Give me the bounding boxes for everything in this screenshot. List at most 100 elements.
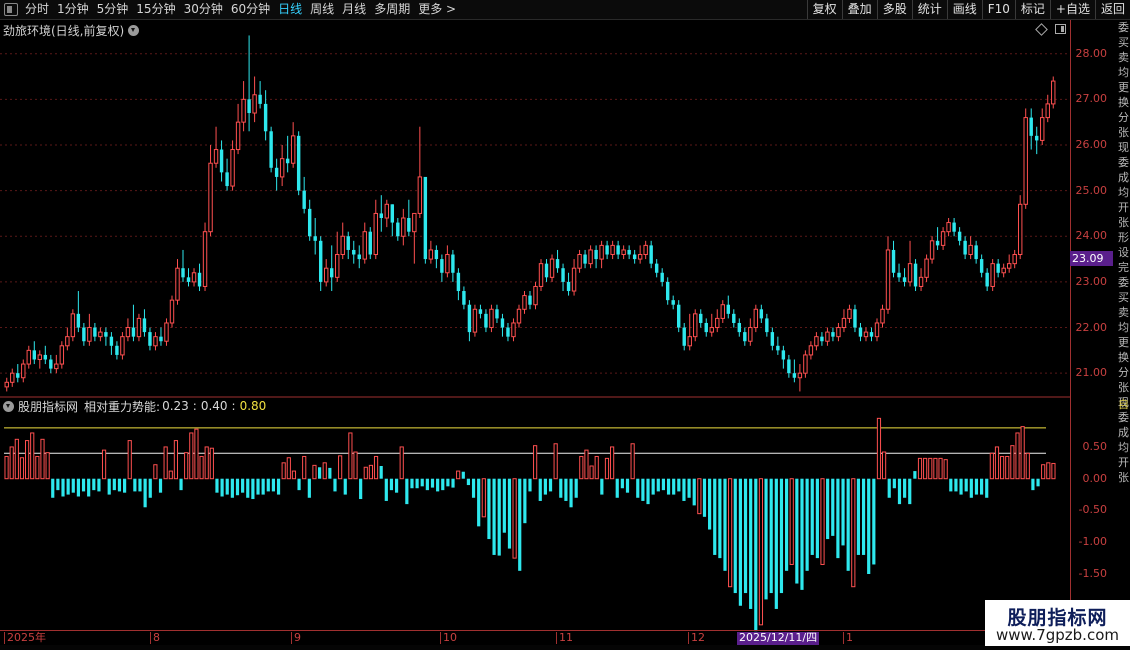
indicator-bar-up	[302, 455, 307, 480]
indicator-bar-up	[604, 457, 610, 480]
back-button[interactable]: 返回	[1094, 0, 1130, 19]
indicator-bar-up	[163, 446, 168, 480]
indicator-bar-down	[92, 478, 96, 491]
indicator-bar-down	[466, 478, 471, 486]
indicator-bar-up	[1010, 445, 1015, 480]
indicator-bar-down	[528, 478, 532, 492]
candle-body-up	[836, 327, 841, 338]
candle-body-down	[770, 332, 775, 346]
indicator-bar-down	[507, 478, 512, 549]
candle-body-up	[120, 336, 125, 356]
title-dropdown-icon[interactable]	[128, 24, 140, 36]
candle-body-down	[302, 190, 306, 209]
candle-body-down	[258, 94, 262, 104]
candle-body-down	[891, 249, 896, 273]
candle-body-up	[797, 372, 803, 379]
date-label-dec: 12	[688, 632, 705, 644]
price-tick-label: 27.00	[1075, 92, 1108, 106]
candle-body-down	[583, 254, 587, 264]
stock-title: 劲旅环境(日线,前复权)	[3, 23, 125, 38]
indicator-bar-up	[994, 446, 1000, 480]
indicator-bar-up	[1041, 464, 1046, 480]
candle-body-up	[522, 295, 527, 310]
candle-body-down	[247, 99, 251, 114]
indicator-bar-down	[148, 478, 152, 498]
selected-date-tag: 2025/12/11/四	[737, 631, 820, 645]
candle-body-down	[776, 345, 780, 351]
candle-body-up	[489, 308, 494, 329]
indicator-bar-up	[584, 449, 589, 480]
indicator-bar-up	[820, 478, 825, 565]
candle-body-up	[610, 244, 615, 256]
indicator-bar-up	[184, 452, 189, 480]
indicator-bar-down	[749, 478, 753, 609]
indicator-bar-up	[209, 447, 214, 480]
candle-body-up	[863, 331, 869, 338]
indicator-bar-down	[559, 478, 563, 498]
candle-body-up	[335, 254, 340, 278]
indicator-tick-label: 0.50	[1082, 439, 1108, 453]
candle-body-down	[682, 327, 686, 346]
indicator-bar-up	[1000, 455, 1005, 480]
indicator-bar-down	[497, 478, 501, 556]
candle-body-up	[252, 94, 257, 114]
indicator-bar-down	[56, 478, 60, 491]
indicator-dropdown-icon[interactable]	[3, 400, 14, 412]
indicator-bar-up	[1015, 432, 1020, 480]
indicator-bar-down	[913, 471, 917, 479]
kline-title-bar: 劲旅环境(日线,前复权)	[3, 22, 140, 38]
indicator-bar-down	[518, 478, 522, 571]
date-label-jan: 1	[843, 632, 853, 644]
indicator-bar-up	[481, 478, 486, 518]
indicator-bar-up	[1005, 455, 1010, 480]
indicator-sep-2: :	[231, 399, 236, 413]
candle-body-down	[616, 245, 620, 255]
indicator-bar-up	[917, 457, 923, 480]
indicator-bar-down	[795, 478, 799, 584]
candle-body-down	[368, 231, 372, 255]
candle-body-up	[202, 231, 208, 287]
side-panel-strip: 委买卖均更换分张现委成均开张形设完委买卖均更换分张现委成均开张	[1118, 20, 1130, 630]
indicator-bar-down	[974, 478, 979, 495]
indicator-bar-down	[133, 478, 137, 492]
indicator-bar-down	[692, 478, 696, 506]
indicator-bar-down	[271, 478, 276, 492]
candle-body-up	[907, 263, 913, 283]
indicator-bar-down	[256, 478, 260, 495]
indicator-bar-up	[312, 464, 317, 480]
candle-body-up	[472, 308, 478, 333]
indicator-bar-up	[19, 457, 25, 480]
indicator-bar-down	[666, 478, 671, 495]
candle-body-up	[599, 244, 604, 260]
indicator-bar-down	[107, 478, 111, 495]
candle-body-up	[428, 249, 434, 260]
indicator-bar-down	[246, 478, 250, 498]
indicator-bar-down	[61, 478, 65, 497]
candle-body-up	[98, 331, 103, 338]
indicator-bar-up	[728, 478, 733, 588]
candle-body-up	[709, 327, 714, 333]
candle-body-up	[538, 263, 544, 287]
indicator-tick-label: -1.50	[1078, 567, 1107, 580]
candle-body-down	[197, 272, 202, 287]
indicator-bar-down	[143, 478, 147, 508]
candle-body-up	[577, 254, 582, 269]
candle-body-down	[869, 332, 874, 337]
indicator-bar-down	[112, 478, 116, 491]
candle-body-down	[82, 327, 86, 342]
candle-body-up	[59, 345, 65, 365]
indicator-bar-up	[291, 470, 297, 480]
panel-toggle-icon[interactable]	[1055, 24, 1066, 34]
kline-chart[interactable]	[0, 0, 1070, 650]
candle-body-up	[1023, 117, 1028, 205]
indicator-value-2: 0.40	[200, 399, 228, 413]
indicator-bar-down	[451, 478, 455, 488]
candle-body-down	[792, 373, 797, 378]
candle-body-up	[643, 244, 648, 256]
indicator-bar-up	[322, 462, 327, 480]
candle-body-up	[918, 276, 924, 287]
candle-body-down	[627, 249, 631, 255]
indicator-bar-up	[353, 451, 358, 480]
candle-body-down	[219, 149, 224, 173]
indicator-bar-down	[261, 478, 265, 495]
